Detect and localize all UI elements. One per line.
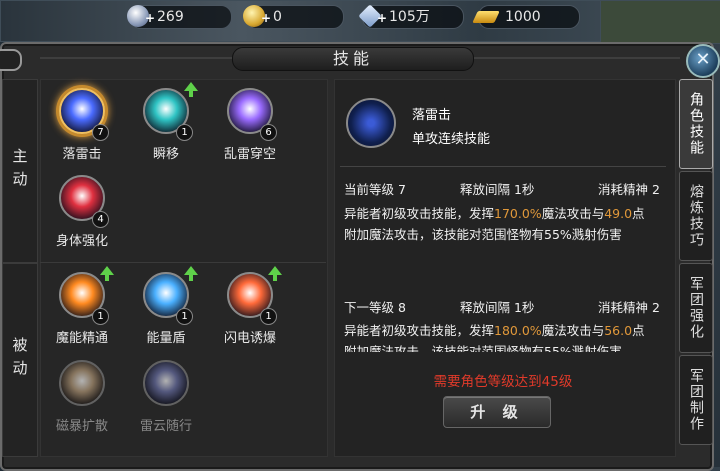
skill-name: 乱雷穿空 bbox=[223, 147, 276, 162]
detail-skill-type: 单攻连续技能 bbox=[412, 132, 491, 147]
skill-level-badge: 1 bbox=[176, 308, 193, 325]
detail-skill-name: 落雷击 bbox=[412, 108, 452, 123]
skill-level-badge: 7 bbox=[92, 124, 109, 141]
current-interval: 释放间隔 1秒 bbox=[460, 182, 535, 197]
currency-gold-bar[interactable]: 1000 bbox=[472, 5, 580, 29]
desc-percent: 180.0% bbox=[494, 323, 542, 338]
plus-icon: + bbox=[377, 11, 388, 25]
skill-level-badge: 1 bbox=[260, 308, 277, 325]
desc-text: 附加魔法攻击，该技能对范围怪物有55%溅射伤害 bbox=[344, 227, 622, 242]
tab-smelting-skills[interactable]: 熔炼技巧 bbox=[679, 171, 713, 261]
current-description: 异能者初级攻击技能，发挥170.0%魔法攻击与49.0点 附加魔法攻击，该技能对… bbox=[344, 203, 674, 245]
category-active: 主动 bbox=[2, 79, 38, 263]
tab-legion-craft[interactable]: 军团制作 bbox=[679, 355, 713, 445]
plus-icon: + bbox=[145, 11, 156, 25]
level-requirement: 需要角色等级达到45级 bbox=[433, 374, 573, 390]
currency-value: 0 bbox=[273, 9, 282, 25]
skill-name: 磁暴扩散 bbox=[55, 419, 108, 434]
plus-icon: + bbox=[261, 11, 272, 25]
skill-name: 能量盾 bbox=[146, 331, 186, 346]
current-cost: 消耗精神 2 bbox=[598, 182, 660, 197]
skill-name: 雷云随行 bbox=[139, 419, 192, 434]
skill-icon bbox=[59, 360, 105, 406]
skill-slot[interactable]: 4 身体强化 bbox=[46, 175, 118, 255]
skill-slot[interactable]: 7 落雷击 bbox=[46, 88, 118, 168]
desc-text: 附加魔法攻击，该技能对范围怪物有55%溅射伤害 bbox=[344, 344, 622, 352]
skill-level-badge: 6 bbox=[260, 124, 277, 141]
upgrade-arrow-icon bbox=[184, 266, 198, 281]
skill-name: 身体强化 bbox=[55, 234, 108, 249]
next-description: 异能者初级攻击技能，发挥180.0%魔法攻击与56.0点 附加魔法攻击，该技能对… bbox=[344, 320, 674, 352]
currency-value: 269 bbox=[157, 9, 184, 25]
current-level: 当前等级 7 bbox=[344, 182, 406, 197]
desc-text: 魔法攻击与 bbox=[541, 206, 605, 221]
background-building bbox=[600, 0, 720, 44]
skill-level-badge: 1 bbox=[92, 308, 109, 325]
desc-text: 异能者初级攻击技能，发挥 bbox=[344, 323, 495, 338]
currency-crystal[interactable]: + 269 bbox=[127, 5, 232, 29]
desc-text: 点 bbox=[632, 206, 645, 221]
back-button[interactable] bbox=[0, 49, 22, 71]
currency-value: 1000 bbox=[505, 9, 541, 25]
close-button[interactable]: ✕ bbox=[686, 44, 720, 78]
skill-grid-divider bbox=[40, 262, 326, 263]
close-icon: ✕ bbox=[695, 49, 711, 70]
skill-slot[interactable]: 1 闪电诱爆 bbox=[214, 266, 286, 352]
upgrade-arrow-icon bbox=[268, 266, 282, 281]
detail-divider bbox=[340, 166, 666, 167]
upgrade-arrow-icon bbox=[100, 266, 114, 281]
next-level: 下一等级 8 bbox=[344, 300, 406, 315]
skill-slot[interactable]: 1 能量盾 bbox=[130, 266, 202, 352]
skill-slot[interactable]: 1 瞬移 bbox=[130, 82, 202, 168]
skill-name: 瞬移 bbox=[152, 147, 179, 162]
desc-text: 魔法攻击与 bbox=[541, 323, 605, 338]
skill-slot[interactable]: 1 魔能精通 bbox=[46, 266, 118, 352]
currency-diamond[interactable]: + 105万 bbox=[358, 4, 464, 29]
upgrade-button[interactable]: 升 级 bbox=[443, 396, 551, 428]
skill-icon bbox=[143, 360, 189, 406]
skill-name: 魔能精通 bbox=[55, 331, 108, 346]
desc-points: 49.0 bbox=[604, 206, 633, 221]
desc-text: 异能者初级攻击技能，发挥 bbox=[344, 206, 495, 221]
desc-points: 56.0 bbox=[604, 323, 633, 338]
upgrade-arrow-icon bbox=[184, 82, 198, 97]
skill-slot[interactable]: 磁暴扩散 bbox=[46, 360, 118, 440]
tab-legion-enhance[interactable]: 军团强化 bbox=[679, 263, 713, 353]
skill-level-badge: 1 bbox=[176, 124, 193, 141]
next-interval: 释放间隔 1秒 bbox=[460, 300, 535, 315]
panel-title: 技能 bbox=[232, 47, 474, 71]
next-cost: 消耗精神 2 bbox=[598, 300, 660, 315]
skill-slot[interactable]: 雷云随行 bbox=[130, 360, 202, 440]
skill-level-badge: 4 bbox=[92, 211, 109, 228]
currency-value: 105万 bbox=[389, 9, 430, 25]
lightning-strike-icon bbox=[346, 98, 396, 148]
tab-character-skills[interactable]: 角色技能 bbox=[679, 79, 713, 169]
skill-name: 闪电诱爆 bbox=[223, 331, 276, 346]
skill-name: 落雷击 bbox=[62, 147, 102, 162]
currency-gold[interactable]: + 0 bbox=[243, 5, 344, 29]
desc-percent: 170.0% bbox=[494, 206, 542, 221]
desc-text: 点 bbox=[632, 323, 645, 338]
skill-slot[interactable]: 6 乱雷穿空 bbox=[214, 88, 286, 168]
category-passive: 被动 bbox=[2, 263, 38, 457]
gold-bar-icon bbox=[472, 11, 500, 23]
